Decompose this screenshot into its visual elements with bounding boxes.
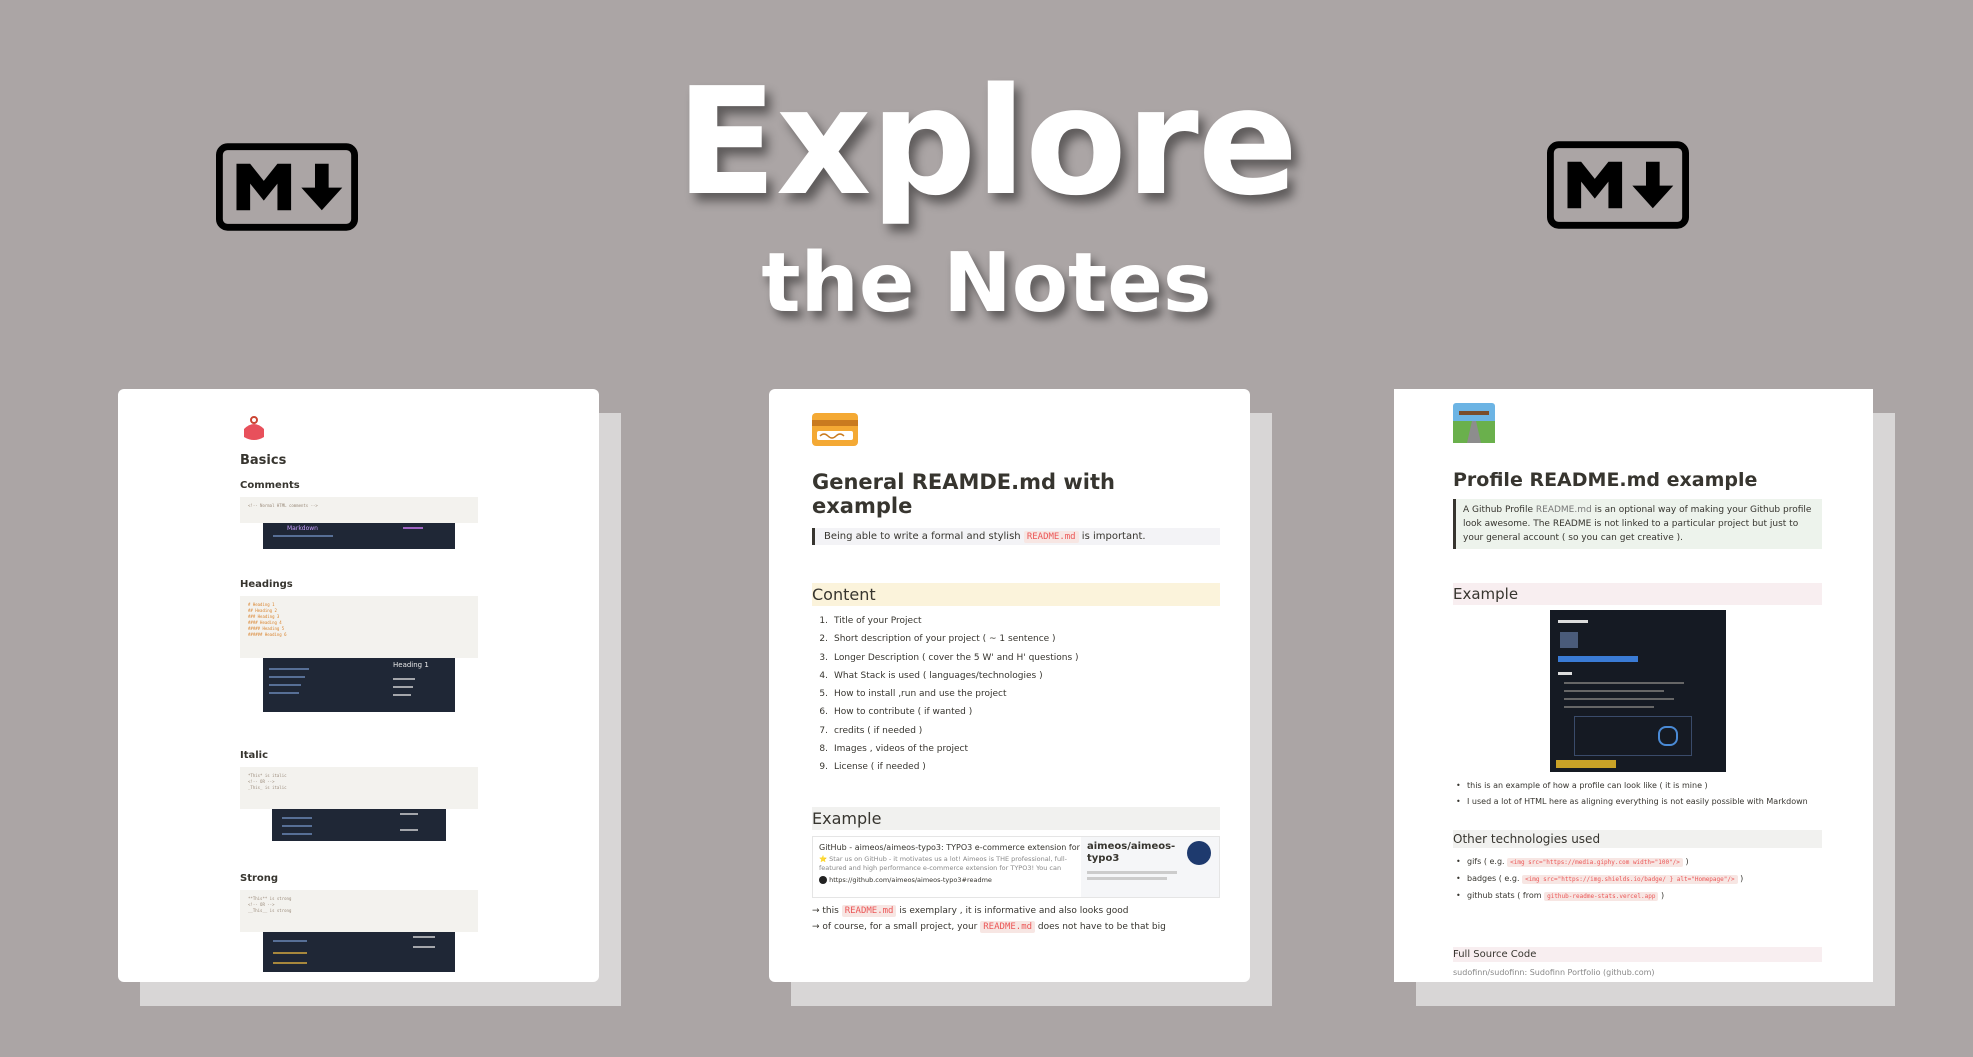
source-code-link[interactable]: sudofinn/sudofinn: Sudofinn Portfolio (g…: [1453, 968, 1822, 977]
card-profile-readme[interactable]: Profile README.md example A Github Profi…: [1394, 389, 1873, 982]
markdown-logo-icon: [216, 142, 358, 232]
quote-block: Being able to write a formal and stylish…: [812, 528, 1220, 545]
railway-track-icon: [1453, 403, 1495, 443]
screenshot-image: Heading 1: [263, 658, 455, 712]
code-block: # Heading 1 ## Heading 2 ### Heading 3 #…: [240, 596, 478, 658]
list-item: 6. How to contribute ( if wanted ): [819, 707, 973, 718]
list-item: github stats ( from github-readme-stats.…: [1453, 888, 1822, 905]
list-item: gifs ( e.g. <img src="https://media.giph…: [1453, 854, 1822, 871]
note-line: → this README.md is exemplary , it is in…: [812, 904, 1129, 917]
section-heading: Headings: [240, 579, 293, 590]
technologies-list: gifs ( e.g. <img src="https://media.giph…: [1453, 854, 1822, 905]
card-basics[interactable]: Basics Comments <!-- Normal HTML comment…: [118, 389, 599, 982]
aimeos-logo-icon: [1187, 840, 1211, 865]
list-item: 8. Images , videos of the project: [819, 744, 968, 755]
note-line: → of course, for a small project, your R…: [812, 920, 1166, 933]
section-heading: Italic: [240, 750, 269, 761]
example-heading: Example: [1453, 583, 1822, 605]
code-block: <!-- Normal HTML comments -->: [240, 497, 478, 523]
bookmark-description: ⭐ Star us on GitHub - it motivates us a …: [819, 854, 1068, 872]
list-item: I used a lot of HTML here as aligning ev…: [1453, 794, 1822, 810]
hero-subtitle: the Notes: [761, 236, 1212, 331]
page-title: Basics: [240, 453, 287, 468]
list-item: this is an example of how a profile can …: [1453, 778, 1822, 794]
section-heading: Comments: [240, 480, 300, 491]
code-block: *This* is italic <!-- OR --> _This_ is i…: [240, 767, 478, 809]
list-item: 5. How to install ,run and use the projec…: [819, 689, 1007, 700]
bookmark-preview: aimeos/aimeos-typo3: [1081, 836, 1219, 897]
profile-screenshot-image: [1549, 610, 1726, 772]
list-item: 1. Title of your Project: [819, 616, 922, 626]
other-technologies-heading: Other technologies used: [1453, 830, 1822, 848]
page-title: General REAMDE.md with example: [812, 470, 1115, 518]
content-list: 1. Title of your Project 2. Short descript…: [812, 612, 1220, 777]
bookmark-url: https://github.com/aimeos/aimeos-typo3#r…: [819, 875, 1081, 884]
purse-icon: [244, 416, 264, 440]
screenshot-image: [263, 932, 455, 972]
markdown-logo-icon: [1547, 140, 1689, 230]
code-block: **This** is strong <!-- OR --> __This__ …: [240, 890, 478, 932]
list-item: 4. What Stack is used ( languages/technol…: [819, 670, 1043, 681]
source-code-heading: Full Source Code: [1453, 947, 1822, 962]
list-item: 3. Longer Description ( cover the 5 W' an…: [819, 652, 1079, 663]
list-item: 9. License ( if needed ): [819, 762, 926, 773]
section-heading: Strong: [240, 873, 279, 884]
screenshot-image: Markdown: [263, 523, 455, 549]
credit-card-icon: [812, 413, 858, 446]
page-title: Profile README.md example: [1453, 469, 1758, 491]
example-heading: Example: [812, 806, 1220, 830]
content-heading: Content: [812, 583, 1220, 606]
bookmark-title: GitHub - aimeos/aimeos-typo3: TYPO3 e-co…: [819, 842, 1081, 852]
screenshot-image: [272, 809, 446, 841]
card-general-readme[interactable]: General REAMDE.md with example Being abl…: [769, 389, 1250, 982]
list-item: 2. Short description of your project ( ~ …: [819, 634, 1056, 645]
list-item: badges ( e.g. <img src="https://img.shie…: [1453, 871, 1822, 888]
callout-block: A Github Profile README.md is an optiona…: [1453, 499, 1822, 549]
bookmark-link[interactable]: GitHub - aimeos/aimeos-typo3: TYPO3 e-co…: [812, 835, 1220, 898]
example-list: this is an example of how a profile can …: [1453, 778, 1822, 810]
github-icon: [819, 875, 827, 884]
list-item: 7. credits ( if needed ): [819, 725, 923, 736]
